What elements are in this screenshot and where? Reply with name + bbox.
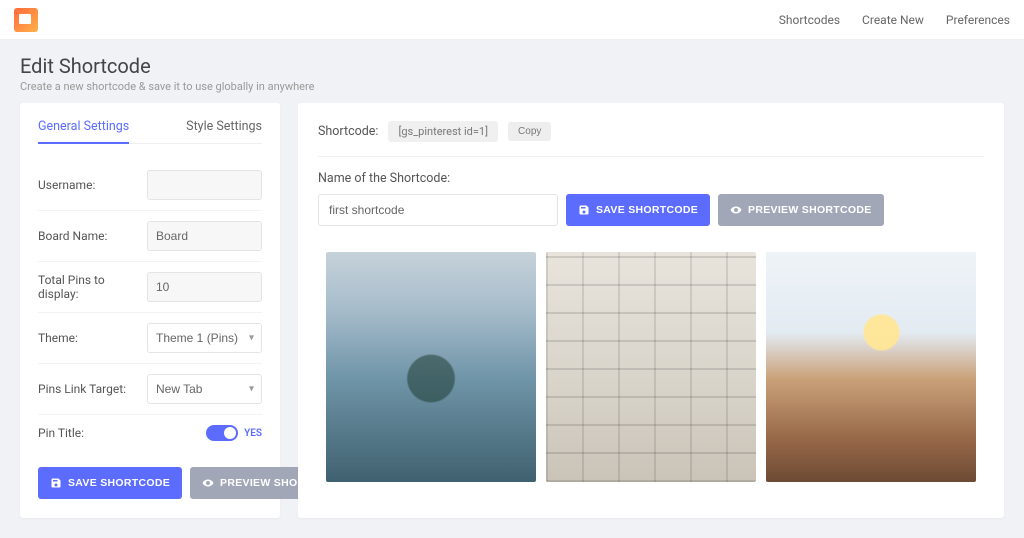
tab-style-settings[interactable]: Style Settings — [186, 119, 262, 143]
save-shortcode-button-right[interactable]: Save Shortcode — [566, 194, 710, 226]
label-theme: Theme: — [38, 331, 147, 345]
row-username: Username: — [38, 160, 262, 211]
pin-thumbnail[interactable] — [766, 252, 976, 482]
app-logo — [14, 8, 38, 32]
label-total-pins: Total Pins to display: — [38, 273, 147, 301]
page-title: Edit Shortcode — [20, 54, 1004, 78]
row-link-target: Pins Link Target: ▾ — [38, 364, 262, 415]
shortcode-code: [gs_pinterest id=1] — [388, 121, 498, 142]
save-icon — [578, 204, 590, 216]
save-shortcode-label: Save Shortcode — [596, 204, 698, 216]
name-section: Name of the Shortcode: Save Shortcode Pr… — [318, 171, 984, 226]
settings-panel: General Settings Style Settings Username… — [20, 103, 280, 518]
label-username: Username: — [38, 178, 147, 192]
top-bar: Shortcodes Create New Preferences — [0, 0, 1024, 40]
input-board-name[interactable] — [147, 221, 262, 251]
select-link-target[interactable] — [147, 374, 262, 404]
row-board-name: Board Name: — [38, 211, 262, 262]
copy-button[interactable]: Copy — [508, 122, 551, 141]
preview-area[interactable] — [318, 244, 984, 502]
preview-shortcode-button-right[interactable]: Preview Shortcode — [718, 194, 884, 226]
save-shortcode-label: Save Shortcode — [68, 477, 170, 489]
top-nav: Shortcodes Create New Preferences — [779, 13, 1010, 27]
nav-shortcodes[interactable]: Shortcodes — [779, 13, 840, 27]
save-icon — [50, 477, 62, 489]
pin-thumbnail[interactable] — [546, 252, 756, 482]
page-header: Edit Shortcode Create a new shortcode & … — [0, 40, 1024, 103]
input-username[interactable] — [147, 170, 262, 200]
row-total-pins: Total Pins to display: — [38, 262, 262, 313]
nav-create-new[interactable]: Create New — [862, 13, 924, 27]
save-shortcode-button[interactable]: Save Shortcode — [38, 467, 182, 499]
toggle-pin-title-label: YES — [244, 428, 262, 439]
shortcode-row: Shortcode: [gs_pinterest id=1] Copy — [318, 119, 984, 157]
settings-tabs: General Settings Style Settings — [38, 119, 262, 144]
label-board-name: Board Name: — [38, 229, 147, 243]
page-subtitle: Create a new shortcode & save it to use … — [20, 80, 1004, 93]
label-link-target: Pins Link Target: — [38, 382, 147, 396]
label-pin-title: Pin Title: — [38, 426, 147, 440]
shortcode-label: Shortcode: — [318, 124, 378, 139]
eye-icon — [730, 204, 742, 216]
row-theme: Theme: ▾ — [38, 313, 262, 364]
tab-general-settings[interactable]: General Settings — [38, 119, 129, 144]
input-total-pins[interactable] — [147, 272, 262, 302]
row-pin-title: Pin Title: YES — [38, 415, 262, 451]
preview-shortcode-label: Preview Shortcode — [748, 204, 872, 216]
select-theme[interactable] — [147, 323, 262, 353]
content-panel: Shortcode: [gs_pinterest id=1] Copy Name… — [298, 103, 1004, 518]
name-label: Name of the Shortcode: — [318, 171, 984, 186]
pin-thumbnail[interactable] — [326, 252, 536, 482]
shortcode-name-input[interactable] — [318, 194, 558, 226]
nav-preferences[interactable]: Preferences — [946, 13, 1010, 27]
eye-icon — [202, 477, 214, 489]
toggle-pin-title[interactable] — [206, 425, 238, 441]
